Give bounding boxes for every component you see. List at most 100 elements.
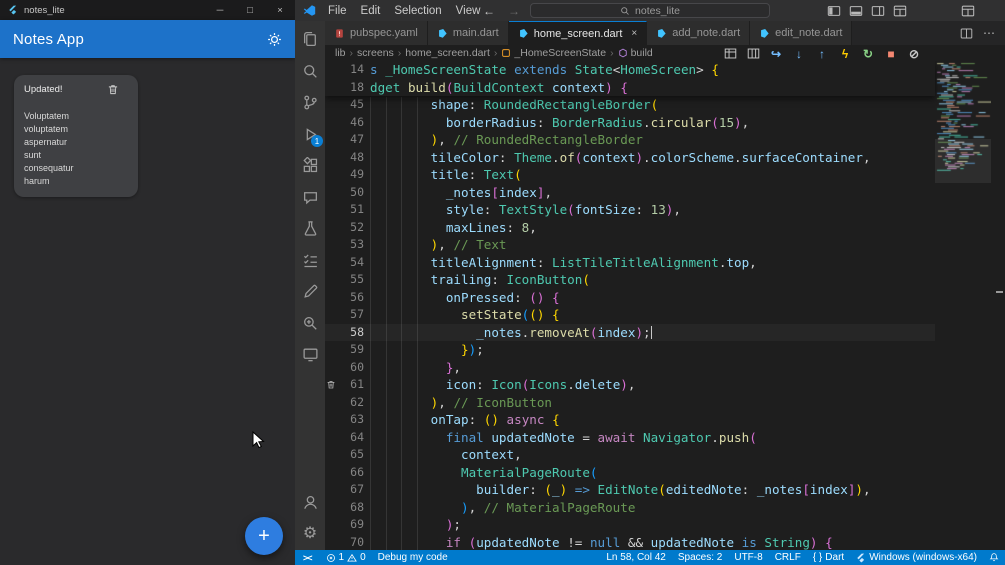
add-note-fab[interactable]: + [245, 517, 283, 555]
debug-task[interactable]: Debug my code [372, 550, 454, 565]
code-line-69[interactable]: 69 ); [325, 516, 935, 534]
code-line-46[interactable]: 46 borderRadius: BorderRadius.circular(1… [325, 114, 935, 132]
menu-edit[interactable]: Edit [354, 5, 388, 17]
flutter-device-selector[interactable]: Windows (windows-x64) [850, 550, 983, 565]
note-card[interactable]: Updated! Voluptatem voluptatem aspernatur s… [14, 75, 138, 198]
tab-edit_note.dart[interactable]: edit_note.dart [750, 21, 853, 45]
activity-explorer[interactable] [295, 24, 325, 56]
encoding[interactable]: UTF-8 [728, 550, 768, 565]
widget-inspector-icon[interactable] [723, 46, 737, 61]
editor-scrollbar[interactable] [991, 61, 1005, 550]
remote-indicator[interactable]: >< [295, 550, 320, 565]
activity-chat[interactable] [295, 182, 325, 214]
delete-note-button[interactable] [107, 83, 119, 96]
more-actions-icon[interactable]: ⋯ [983, 26, 995, 40]
code-line-56[interactable]: 56 onPressed: () { [325, 289, 935, 307]
activity-live-preview[interactable] [295, 339, 325, 371]
tab-pubspec.yaml[interactable]: pubspec.yaml [325, 21, 428, 45]
activity-source-control[interactable] [295, 87, 325, 119]
code-line-64[interactable]: 64 final updatedNote = await Navigator.p… [325, 429, 935, 447]
code-line-52[interactable]: 52 maxLines: 8, [325, 219, 935, 237]
menu-file[interactable]: File [321, 5, 354, 17]
code-line-50[interactable]: 50 _notes[index], [325, 184, 935, 202]
menu-view[interactable]: View [449, 5, 488, 17]
minimap-slider[interactable] [935, 139, 991, 183]
code-line-60[interactable]: 60 }, [325, 359, 935, 377]
close-tab-icon[interactable]: × [631, 28, 637, 39]
layout-explorer-icon[interactable] [746, 46, 760, 61]
code-line-61[interactable]: 61 icon: Icon(Icons.delete), [325, 376, 935, 394]
code-line-55[interactable]: 55 trailing: IconButton( [325, 271, 935, 289]
breadcrumb-lib[interactable]: lib [335, 47, 346, 59]
code-line-59[interactable]: 59 }); [325, 341, 935, 359]
menu-selection[interactable]: Selection [387, 5, 448, 17]
hot-restart-icon[interactable]: ↻ [861, 46, 875, 61]
breadcrumb-screens[interactable]: screens [357, 47, 394, 59]
hot-reload-icon[interactable]: ϟ [838, 46, 852, 61]
cursor-position[interactable]: Ln 58, Col 42 [600, 550, 672, 565]
sticky-scroll[interactable]: 14 s _HomeScreenState extends State<HomeS… [325, 61, 935, 96]
activity-search-editor[interactable] [295, 308, 325, 340]
detach-icon[interactable]: ⊘ [907, 46, 921, 61]
code-line-58[interactable]: 58 _notes.removeAt(index); [325, 323, 935, 341]
code-line-67[interactable]: 67 builder: (_) => EditNote(editedNote: … [325, 481, 935, 499]
panel-left-icon[interactable] [827, 4, 841, 18]
code-line-47[interactable]: 47 ), // RoundedRectangleBorder [325, 131, 935, 149]
breadcrumb-build[interactable]: build [618, 47, 653, 59]
step-out-icon[interactable]: ↑ [815, 46, 829, 61]
code-line-45[interactable]: 45 shape: RoundedRectangleBorder( [325, 96, 935, 114]
close-button[interactable]: × [265, 0, 295, 20]
code-line-57[interactable]: 57 setState(() { [325, 306, 935, 324]
code-line-53[interactable]: 53 ), // Text [325, 236, 935, 254]
minimap[interactable] [935, 61, 991, 550]
code-line-62[interactable]: 62 ), // IconButton [325, 394, 935, 412]
notifications-bell[interactable] [983, 550, 1005, 565]
tab-home_screen.dart[interactable]: home_screen.dart × [508, 21, 648, 45]
code-line-63[interactable]: 63 onTap: () async { [325, 411, 935, 429]
code-line-54[interactable]: 54 titleAlignment: ListTileTitleAlignmen… [325, 254, 935, 272]
tab-add_note.dart[interactable]: add_note.dart [647, 21, 751, 45]
step-into-icon[interactable]: ↓ [792, 46, 806, 61]
activity-search[interactable] [295, 56, 325, 88]
stop-icon[interactable]: ■ [884, 46, 898, 61]
code-line-49[interactable]: 49 title: Text( [325, 166, 935, 184]
activity-account[interactable] [295, 487, 325, 519]
activity-todo[interactable] [295, 245, 325, 277]
panel-bottom-icon[interactable] [849, 4, 863, 18]
activity-run-and-debug[interactable]: 1 [295, 119, 325, 151]
activity-settings[interactable]: ⚙ [295, 519, 325, 551]
problems-indicator[interactable]: 1 0 [320, 550, 372, 565]
code-area[interactable]: 45 shape: RoundedRectangleBorder(46 bord… [325, 96, 935, 550]
command-center[interactable]: notes_lite [530, 3, 770, 18]
code-line-70[interactable]: 70 if (updatedNote != null && updatedNot… [325, 534, 935, 551]
tab-main.dart[interactable]: main.dart [427, 21, 509, 45]
breadcrumb-_HomeScreenState[interactable]: _HomeScreenState [501, 47, 606, 59]
layout-icon[interactable] [893, 4, 907, 18]
gutter [325, 131, 337, 149]
code-line-65[interactable]: 65 context, [325, 446, 935, 464]
code-line-66[interactable]: 66 MaterialPageRoute( [325, 464, 935, 482]
code-line-48[interactable]: 48 tileColor: Theme.of(context).colorSch… [325, 149, 935, 167]
activity-flutter-outline[interactable] [295, 276, 325, 308]
nav-back-icon[interactable]: ← [483, 4, 495, 18]
step-over-icon[interactable]: ↪ [769, 46, 783, 61]
split-editor-icon[interactable] [960, 27, 973, 40]
panel-right-icon[interactable] [871, 4, 885, 18]
breadcrumb-home_screen.dart[interactable]: home_screen.dart [405, 47, 490, 59]
code-line-14[interactable]: 14 s _HomeScreenState extends State<HomeS… [325, 61, 935, 79]
nav-forward-icon[interactable]: → [508, 4, 520, 18]
customize-layout-button[interactable] [961, 0, 975, 21]
code-editor[interactable]: 45 shape: RoundedRectangleBorder(46 bord… [325, 61, 1005, 550]
theme-toggle-button[interactable] [267, 32, 282, 47]
eol-sequence[interactable]: CRLF [769, 550, 807, 565]
code-line-68[interactable]: 68 ), // MaterialPageRoute [325, 499, 935, 517]
language-mode[interactable]: { } Dart [807, 550, 850, 565]
activity-extensions[interactable] [295, 150, 325, 182]
maximize-button[interactable]: □ [235, 0, 265, 20]
code-line-51[interactable]: 51 style: TextStyle(fontSize: 13), [325, 201, 935, 219]
activity-testing[interactable] [295, 213, 325, 245]
code-line-18[interactable]: 18 dget build(BuildContext context) { [325, 79, 935, 97]
minimize-button[interactable]: ─ [205, 0, 235, 20]
indentation[interactable]: Spaces: 2 [672, 550, 728, 565]
gutter [325, 166, 337, 184]
